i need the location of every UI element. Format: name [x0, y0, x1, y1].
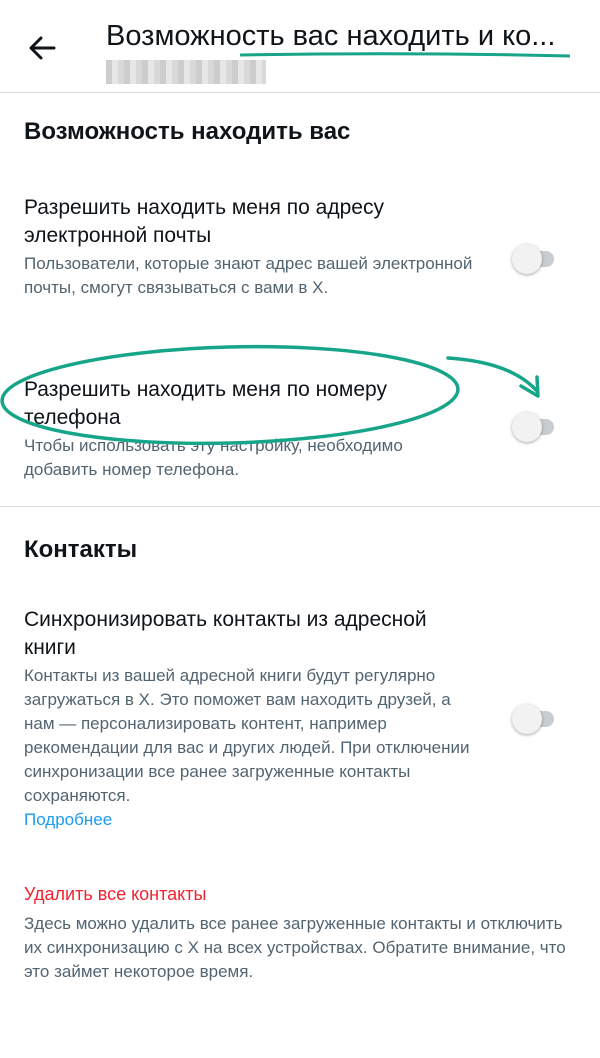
section-heading-discoverability: Возможность находить вас	[24, 118, 351, 145]
blurred-username	[106, 60, 266, 84]
toggle-thumb	[512, 412, 542, 442]
email-discoverability-description: Пользователи, которые знают адрес вашей …	[24, 254, 473, 297]
sync-contacts-toggle[interactable]	[512, 702, 558, 736]
sync-contacts-description: Контакты из вашей адресной книги будут р…	[24, 666, 470, 805]
toggle-thumb	[512, 704, 542, 734]
learn-more-link[interactable]: Подробнее	[24, 810, 112, 830]
email-discoverability-title: Разрешить находить меня по адресу электр…	[24, 196, 384, 247]
phone-discoverability-toggle[interactable]	[512, 410, 558, 444]
sync-contacts-title: Синхронизировать контакты из адресной кн…	[24, 608, 427, 659]
section-divider	[0, 506, 600, 507]
section-heading-contacts: Контакты	[24, 536, 138, 563]
phone-discoverability-description: Чтобы использовать эту настройку, необхо…	[24, 436, 403, 479]
top-app-bar: Возможность вас находить и ко...	[0, 0, 600, 93]
page-title: Возможность вас находить и ко...	[106, 20, 556, 52]
phone-discoverability-title: Разрешить находить меня по номеру телефо…	[24, 378, 387, 429]
delete-all-contacts-button[interactable]: Удалить все контакты	[24, 884, 206, 905]
delete-contacts-description: Здесь можно удалить все ранее загруженны…	[24, 914, 566, 981]
back-arrow-icon[interactable]	[24, 30, 60, 66]
email-discoverability-toggle[interactable]	[512, 242, 558, 276]
annotation-underline	[240, 52, 570, 58]
toggle-thumb	[512, 244, 542, 274]
